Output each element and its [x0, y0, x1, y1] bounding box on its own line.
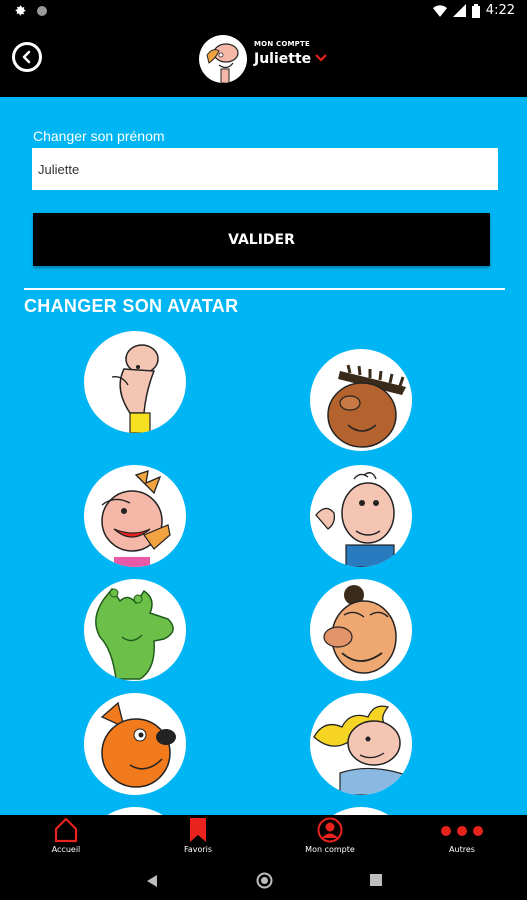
- account-name[interactable]: Juliette: [254, 51, 311, 67]
- first-name-input[interactable]: [32, 148, 498, 190]
- account-icon: [317, 817, 343, 843]
- account-avatar[interactable]: [199, 35, 247, 83]
- back-button[interactable]: [12, 42, 42, 72]
- battery-icon: [471, 3, 480, 18]
- divider: [24, 288, 505, 290]
- status-bar: 4:22: [0, 0, 527, 24]
- avatar-option-7[interactable]: [84, 693, 186, 795]
- avatar-option-8[interactable]: [310, 693, 412, 795]
- chevron-left-icon: [22, 50, 31, 64]
- home-icon: [54, 817, 78, 843]
- chevron-down-icon[interactable]: [315, 54, 327, 62]
- header: MON COMPTE Juliette: [0, 24, 527, 97]
- avatar-character-2-icon: [327, 364, 406, 448]
- signal-icon: [452, 4, 466, 17]
- nav-label: Favoris: [183, 845, 213, 854]
- recents-square-icon[interactable]: [370, 874, 382, 886]
- validate-button[interactable]: VALIDER: [33, 213, 490, 266]
- bookmark-icon: [190, 818, 206, 842]
- header-subtitle: MON COMPTE: [254, 40, 310, 48]
- nav-label: Mon compte: [305, 845, 355, 854]
- wifi-icon: [432, 4, 447, 17]
- nav-label: Accueil: [51, 845, 81, 854]
- avatar-option-9[interactable]: [84, 807, 186, 815]
- avatar-character-8-icon: [313, 705, 407, 795]
- avatar-option-3[interactable]: [84, 465, 186, 567]
- settings-icon: [15, 5, 26, 16]
- nav-item-accueil[interactable]: Accueil: [21, 817, 111, 854]
- home-circle-icon[interactable]: [256, 872, 273, 889]
- clock: 4:22: [485, 3, 515, 18]
- avatar-character-4-icon: [315, 472, 395, 567]
- account-edit-panel: Changer son prénom VALIDER CHANGER SON A…: [0, 97, 527, 815]
- avatar-character-1-icon: [111, 344, 159, 433]
- bottom-navigation: Accueil Favoris Mon compte Autres: [0, 815, 527, 865]
- more-dots-icon: [441, 826, 483, 836]
- avatar-option-1[interactable]: [84, 331, 186, 433]
- avatar-character-5-icon: [95, 587, 174, 680]
- notification-dot-icon: [37, 5, 47, 16]
- avatar-option-4[interactable]: [310, 465, 412, 567]
- avatar-section-title: CHANGER SON AVATAR: [24, 296, 239, 316]
- avatar-character-3-icon: [101, 470, 171, 567]
- back-triangle-icon[interactable]: [146, 874, 158, 888]
- first-name-label: Changer son prénom: [33, 128, 165, 144]
- avatar-option-6[interactable]: [310, 579, 412, 681]
- avatar-option-2[interactable]: [310, 349, 412, 451]
- avatar-option-10[interactable]: [310, 807, 412, 815]
- system-navigation-bar: [0, 865, 527, 900]
- nav-item-mon-compte[interactable]: Mon compte: [285, 817, 375, 854]
- character-avatar-icon: [206, 43, 239, 83]
- nav-item-favoris[interactable]: Favoris: [153, 817, 243, 854]
- nav-label: Autres: [449, 845, 475, 854]
- avatar-character-7-icon: [100, 701, 176, 788]
- nav-item-autres[interactable]: Autres: [417, 817, 507, 854]
- avatar-option-5[interactable]: [84, 579, 186, 681]
- avatar-character-6-icon: [323, 585, 397, 674]
